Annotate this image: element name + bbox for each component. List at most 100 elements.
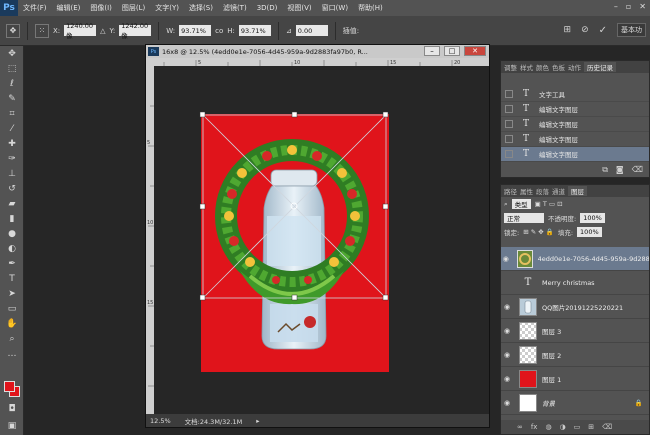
- status-arrow-icon[interactable]: ▸: [256, 417, 259, 425]
- tab-color[interactable]: 颜色: [536, 62, 549, 72]
- tab-paths[interactable]: 路径: [504, 186, 517, 196]
- new-layer-icon[interactable]: ⊞: [588, 423, 594, 431]
- history-item-current[interactable]: T 编辑文字图层: [501, 147, 649, 162]
- trash-icon[interactable]: ⌫: [632, 165, 643, 175]
- hand-tool-icon[interactable]: ✋: [0, 316, 24, 331]
- fill-field[interactable]: 100%: [577, 227, 602, 237]
- menu-file[interactable]: 文件(F): [18, 3, 52, 13]
- eraser-tool-icon[interactable]: ▰: [0, 196, 24, 211]
- history-brush-source-icon[interactable]: [505, 120, 513, 128]
- menu-filter[interactable]: 滤镜(T): [218, 3, 252, 13]
- tab-styles[interactable]: 样式: [520, 62, 533, 72]
- more-tools-icon[interactable]: …: [0, 346, 24, 361]
- shape-tool-icon[interactable]: ▭: [0, 301, 24, 316]
- folder-icon[interactable]: ▭: [574, 423, 581, 431]
- eyedropper-tool-icon[interactable]: ⁄: [0, 121, 24, 136]
- history-brush-source-icon[interactable]: [505, 150, 513, 158]
- link-layers-icon[interactable]: ∞: [517, 423, 523, 431]
- foreground-color-swatch[interactable]: [4, 381, 15, 392]
- menu-type[interactable]: 文字(Y): [150, 3, 184, 13]
- rotate-field[interactable]: 0.00: [295, 25, 328, 36]
- blur-tool-icon[interactable]: ●: [0, 226, 24, 241]
- layer-row-smart-object[interactable]: ◉ 4edd0e1e-7056-4d45-959a-9d2883fa97b0: [501, 247, 649, 271]
- visibility-eye-icon[interactable]: ◉: [501, 351, 513, 359]
- doc-close-icon[interactable]: ✕: [464, 46, 486, 56]
- canvas-area[interactable]: [154, 66, 489, 414]
- y-field[interactable]: 1242.00 像: [119, 22, 152, 40]
- layer-row-layer1[interactable]: ◉ 图层 1: [501, 367, 649, 391]
- history-item[interactable]: T 编辑文字图层: [501, 117, 649, 132]
- visibility-eye-icon[interactable]: ◉: [501, 303, 513, 311]
- marquee-tool-icon[interactable]: ⬚: [0, 61, 24, 76]
- lock-icons[interactable]: ⊞ ✎ ✥ 🔒: [523, 228, 554, 236]
- dodge-tool-icon[interactable]: ◐: [0, 241, 24, 256]
- menu-image[interactable]: 图像(I): [85, 3, 117, 13]
- menu-view[interactable]: 视图(V): [282, 3, 316, 13]
- layer-row-text[interactable]: T Merry christmas: [501, 271, 649, 295]
- commit-transform-icon[interactable]: ✓: [599, 25, 607, 36]
- snapshot-from-state-icon[interactable]: ⧉: [602, 165, 608, 175]
- history-brush-source-icon[interactable]: [505, 90, 513, 98]
- menu-layer[interactable]: 图层(L): [117, 3, 150, 13]
- layer-row-background[interactable]: ◉ 背景 🔒: [501, 391, 649, 415]
- workspace-select[interactable]: 基本功: [617, 23, 646, 37]
- delta-icon[interactable]: △: [100, 27, 105, 35]
- zoom-level[interactable]: 12.5%: [150, 417, 171, 425]
- close-icon[interactable]: ✕: [639, 2, 646, 11]
- gradient-tool-icon[interactable]: ▮: [0, 211, 24, 226]
- mask-icon[interactable]: ◍: [545, 423, 551, 431]
- menu-3d[interactable]: 3D(D): [252, 4, 283, 12]
- tab-swatches[interactable]: 色板: [552, 62, 565, 72]
- history-brush-source-icon[interactable]: [505, 105, 513, 113]
- h-field[interactable]: 93.71%: [238, 25, 271, 36]
- reference-point-icon[interactable]: ⁙: [35, 23, 49, 38]
- crop-tool-icon[interactable]: ⌗: [0, 106, 24, 121]
- stamp-tool-icon[interactable]: ⊥: [0, 166, 24, 181]
- history-item[interactable]: T 文字工具: [501, 87, 649, 102]
- visibility-eye-icon[interactable]: ◉: [501, 327, 513, 335]
- menu-help[interactable]: 帮助(H): [353, 3, 388, 13]
- move-tool-icon[interactable]: ✥: [0, 46, 24, 61]
- warp-icon[interactable]: ⊞: [564, 25, 572, 35]
- filter-icons[interactable]: ▣ T ▭ ⊡: [535, 200, 563, 208]
- menu-window[interactable]: 窗口(W): [317, 3, 353, 13]
- restore-icon[interactable]: ▫: [626, 2, 631, 11]
- minimize-icon[interactable]: –: [614, 2, 618, 11]
- tab-channels[interactable]: 通道: [552, 186, 565, 196]
- lasso-tool-icon[interactable]: ℓ: [0, 76, 24, 91]
- document-tab[interactable]: Ps 16x8 @ 12.5% (4edd0e1e-7056-4d45-959a…: [146, 45, 489, 58]
- history-item[interactable]: T 编辑文字图层: [501, 102, 649, 117]
- brush-tool-icon[interactable]: ✑: [0, 151, 24, 166]
- x-field[interactable]: 1240.00 像: [64, 22, 97, 40]
- canvas-artwork[interactable]: [154, 66, 489, 414]
- path-select-tool-icon[interactable]: ➤: [0, 286, 24, 301]
- visibility-eye-icon[interactable]: ◉: [501, 375, 513, 383]
- tab-history[interactable]: 历史记录: [584, 62, 616, 72]
- layer-row-layer2[interactable]: ◉ 图层 2: [501, 343, 649, 367]
- fx-icon[interactable]: fx: [531, 423, 538, 431]
- visibility-eye-icon[interactable]: ◉: [501, 399, 513, 407]
- camera-icon[interactable]: ◙: [616, 165, 624, 175]
- menu-edit[interactable]: 编辑(E): [52, 3, 86, 13]
- layer-row-image[interactable]: ◉ QQ图片20191225220221: [501, 295, 649, 319]
- type-tool-icon[interactable]: T: [0, 271, 24, 286]
- link-icon[interactable]: co: [215, 27, 223, 35]
- tab-layers[interactable]: 图层: [568, 186, 587, 196]
- quick-select-tool-icon[interactable]: ✎: [0, 91, 24, 106]
- trash-icon[interactable]: ⌫: [602, 423, 612, 431]
- doc-maximize-icon[interactable]: □: [444, 46, 460, 56]
- tab-adjustments[interactable]: 调整: [504, 62, 517, 72]
- zoom-tool-icon[interactable]: ⌕: [0, 331, 24, 346]
- doc-minimize-icon[interactable]: –: [424, 46, 440, 56]
- w-field[interactable]: 93.71%: [179, 25, 212, 36]
- tab-properties[interactable]: 属性: [520, 186, 533, 196]
- history-brush-source-icon[interactable]: [505, 135, 513, 143]
- tab-paragraph[interactable]: 段落: [536, 186, 549, 196]
- move-tool-icon[interactable]: ✥: [6, 23, 20, 38]
- screen-mode-icon[interactable]: ▣: [0, 418, 24, 433]
- quick-mask-icon[interactable]: ◘: [0, 401, 24, 416]
- layer-row-layer3[interactable]: ◉ 图层 3: [501, 319, 649, 343]
- adjustment-icon[interactable]: ◑: [560, 423, 566, 431]
- blend-mode-select[interactable]: 正常: [504, 213, 544, 223]
- history-brush-icon[interactable]: ↺: [0, 181, 24, 196]
